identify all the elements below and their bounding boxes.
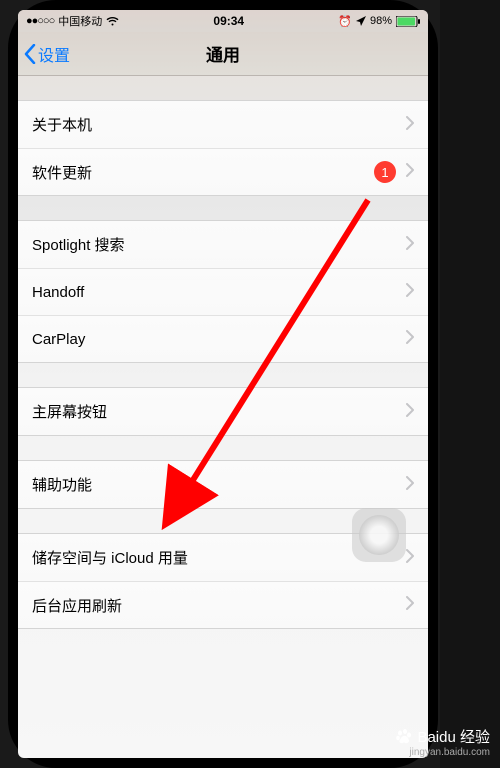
assistive-touch-icon (359, 515, 399, 555)
back-button[interactable]: 设置 (24, 32, 70, 75)
settings-row[interactable]: CarPlay (18, 315, 428, 362)
watermark-brand: Baidu 经验 (417, 726, 490, 747)
chevron-right-icon (406, 403, 414, 421)
settings-row[interactable]: 辅助功能 (18, 461, 428, 508)
row-label: CarPlay (32, 331, 406, 348)
settings-row[interactable]: 软件更新1 (18, 148, 428, 195)
signal-icon: ●●○○○ (26, 15, 54, 27)
wifi-icon (106, 16, 119, 26)
chevron-right-icon (406, 549, 414, 567)
settings-row[interactable]: 后台应用刷新 (18, 581, 428, 628)
settings-row[interactable]: 主屏幕按钮 (18, 388, 428, 435)
battery-label: 98% (370, 15, 392, 27)
row-label: 主屏幕按钮 (32, 401, 406, 422)
row-label: 辅助功能 (32, 474, 406, 495)
alarm-icon: ⏰ (338, 15, 352, 28)
chevron-right-icon (406, 330, 414, 348)
settings-group: Spotlight 搜索 Handoff CarPlay (18, 220, 428, 363)
carrier-label: 中国移动 (58, 13, 102, 29)
chevron-left-icon (24, 44, 36, 64)
status-bar: ●●○○○ 中国移动 09:34 ⏰ 98% (18, 10, 428, 32)
settings-row[interactable]: 关于本机 (18, 101, 428, 148)
row-label: 储存空间与 iCloud 用量 (32, 547, 406, 568)
chevron-right-icon (406, 476, 414, 494)
nav-bar: 设置 通用 (18, 32, 428, 76)
back-label: 设置 (38, 42, 70, 66)
chevron-right-icon (406, 596, 414, 614)
chevron-right-icon (406, 163, 414, 181)
row-label: Spotlight 搜索 (32, 234, 406, 255)
row-label: 软件更新 (32, 162, 374, 183)
location-icon (356, 16, 366, 26)
settings-group: 主屏幕按钮 (18, 387, 428, 436)
settings-group: 关于本机软件更新1 (18, 100, 428, 196)
phone-frame: ●●○○○ 中国移动 09:34 ⏰ 98% 设置 (8, 0, 438, 768)
badge: 1 (374, 161, 396, 183)
battery-icon (396, 16, 420, 27)
clock: 09:34 (213, 14, 244, 28)
chevron-right-icon (406, 116, 414, 134)
row-label: Handoff (32, 284, 406, 301)
settings-row[interactable]: Spotlight 搜索 (18, 221, 428, 268)
chevron-right-icon (406, 236, 414, 254)
settings-group: 辅助功能 (18, 460, 428, 509)
row-label: 后台应用刷新 (32, 595, 406, 616)
page-title: 通用 (206, 41, 240, 66)
watermark-sub: jingyan.baidu.com (395, 747, 490, 758)
chevron-right-icon (406, 283, 414, 301)
screen: ●●○○○ 中国移动 09:34 ⏰ 98% 设置 (18, 10, 428, 758)
settings-list[interactable]: 关于本机软件更新1 Spotlight 搜索 Handoff CarPlay 主屏幕按钮… (18, 76, 428, 758)
watermark: Baidu 经验 jingyan.baidu.com (395, 726, 490, 758)
assistive-touch-button[interactable] (352, 508, 406, 562)
row-label: 关于本机 (32, 114, 406, 135)
settings-row[interactable]: Handoff (18, 268, 428, 315)
paw-icon (395, 728, 413, 746)
